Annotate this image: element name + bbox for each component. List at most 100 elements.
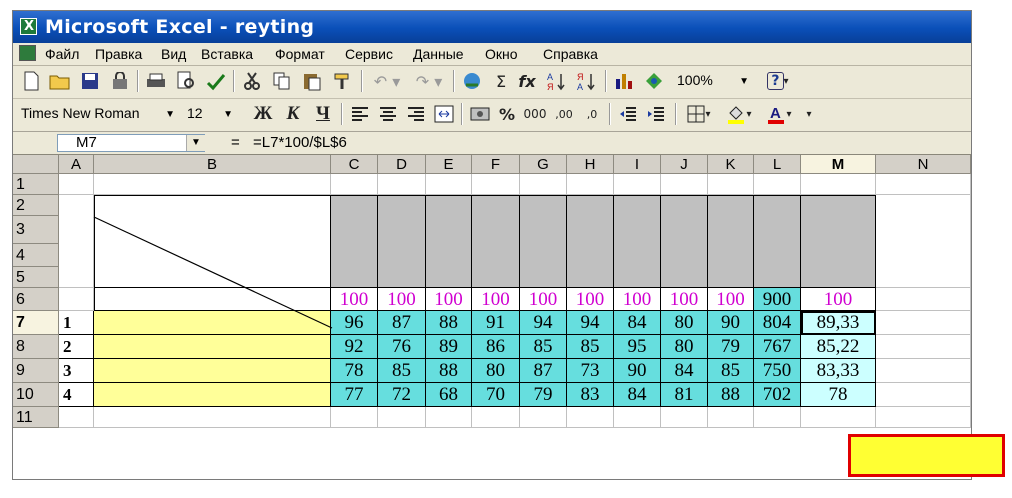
workbook-icon[interactable] [19,45,36,61]
cell[interactable] [59,195,94,288]
max-score-cell[interactable]: 100 [472,288,520,311]
menu-data[interactable]: Данные [413,46,464,62]
column-header[interactable]: D [378,155,426,174]
column-header[interactable]: C [331,155,378,174]
zoom-select[interactable]: 100% ▼ [673,70,751,92]
decrease-indent-icon[interactable] [615,102,641,126]
cell[interactable] [520,174,567,195]
score-cell[interactable]: 91 [472,311,520,335]
save-icon[interactable] [77,69,103,93]
max-score-cell[interactable]: 100 [801,288,876,311]
cell[interactable] [754,407,801,428]
score-cell[interactable]: 77 [331,383,378,407]
cell[interactable] [378,407,426,428]
score-cell[interactable]: 79 [708,335,754,359]
subject-header-cell[interactable] [661,195,708,288]
score-cell[interactable]: 94 [567,311,614,335]
fill-color-icon[interactable]: ▾ [721,102,757,126]
cell[interactable] [754,174,801,195]
sort-descending-icon[interactable]: ЯА [573,69,599,93]
max-score-cell[interactable]: 100 [331,288,378,311]
subject-header-cell[interactable] [378,195,426,288]
row-header[interactable]: 4 [13,244,59,267]
score-cell[interactable]: 81 [661,383,708,407]
score-cell[interactable]: 80 [661,335,708,359]
score-cell[interactable]: 86 [472,335,520,359]
borders-icon[interactable]: ▾ [681,102,717,126]
menu-help[interactable]: Справка [543,46,598,62]
score-cell[interactable]: 88 [426,359,472,383]
sort-ascending-icon[interactable]: АЯ [543,69,569,93]
font-size-select[interactable]: 12 ▼ [183,103,235,125]
score-cell[interactable]: 90 [614,359,661,383]
row-header[interactable]: 1 [13,174,59,195]
cut-icon[interactable] [239,69,265,93]
row-index-cell[interactable]: 1 [59,311,94,335]
cell[interactable] [614,407,661,428]
active-cell[interactable]: 89,33 [801,311,876,335]
max-score-cell[interactable]: 900 [754,288,801,311]
cell[interactable] [876,407,971,428]
score-cell[interactable]: 85 [567,335,614,359]
max-score-cell[interactable]: 100 [614,288,661,311]
cell[interactable] [876,383,971,407]
score-cell[interactable]: 83 [567,383,614,407]
italic-button[interactable]: К [279,102,307,126]
student-name-cell[interactable] [94,383,331,407]
row-header[interactable]: 7 [13,311,59,335]
drawing-icon[interactable] [641,69,667,93]
score-cell[interactable]: 702 [754,383,801,407]
column-header[interactable]: F [472,155,520,174]
cell[interactable] [567,407,614,428]
score-cell[interactable]: 68 [426,383,472,407]
row-index-cell[interactable]: 3 [59,359,94,383]
score-cell[interactable]: 78 [331,359,378,383]
print-icon[interactable] [143,69,169,93]
cell[interactable] [520,407,567,428]
max-score-cell[interactable]: 100 [426,288,472,311]
score-cell[interactable]: 87 [520,359,567,383]
align-left-icon[interactable] [347,102,373,126]
cell[interactable] [661,174,708,195]
select-all-corner[interactable] [13,155,59,174]
column-header[interactable]: J [661,155,708,174]
currency-icon[interactable] [467,102,493,126]
row-header[interactable]: 5 [13,267,59,288]
score-cell[interactable]: 767 [754,335,801,359]
subject-header-cell[interactable] [567,195,614,288]
copy-icon[interactable] [269,69,295,93]
score-cell[interactable]: 94 [520,311,567,335]
cell[interactable] [472,407,520,428]
decrease-decimal-button[interactable]: ,0 [579,102,605,126]
menu-view[interactable]: Вид [161,46,186,62]
max-score-cell[interactable]: 100 [708,288,754,311]
max-score-cell[interactable]: 100 [567,288,614,311]
row-header[interactable]: 10 [13,383,59,407]
score-cell[interactable]: 96 [331,311,378,335]
column-header[interactable]: L [754,155,801,174]
align-center-icon[interactable] [375,102,401,126]
cell[interactable] [59,174,94,195]
subject-header-cell[interactable] [520,195,567,288]
chevron-down-icon[interactable]: ▼ [186,135,205,151]
max-score-cell[interactable]: 100 [661,288,708,311]
score-cell[interactable]: 70 [472,383,520,407]
row-header[interactable]: 2 [13,195,59,216]
row-header[interactable]: 9 [13,359,59,383]
column-header[interactable]: K [708,155,754,174]
cell[interactable] [472,174,520,195]
subject-header-cell[interactable] [708,195,754,288]
cell[interactable] [801,174,876,195]
merge-center-icon[interactable] [431,102,457,126]
print-preview-icon[interactable] [173,69,199,93]
toolbar-options-icon[interactable]: ▾ [801,102,817,126]
name-box[interactable]: M7 ▼ [57,134,205,152]
score-cell[interactable]: 73 [567,359,614,383]
cell[interactable] [94,407,331,428]
column-header[interactable]: G [520,155,567,174]
max-score-cell[interactable]: 100 [378,288,426,311]
increase-indent-icon[interactable] [643,102,669,126]
rating-percent-cell[interactable]: 78 [801,383,876,407]
menu-tools[interactable]: Сервис [345,46,393,62]
column-header[interactable]: B [94,155,331,174]
